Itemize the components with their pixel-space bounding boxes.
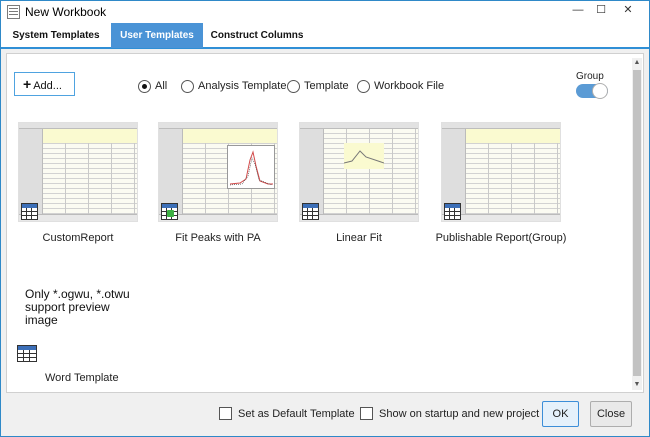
tab-construct-columns[interactable]: Construct Columns — [205, 23, 309, 48]
worksheet-label-rows — [183, 129, 277, 143]
preview-support-note: Only *.ogwu, *.otwu support preview imag… — [25, 287, 130, 327]
scrollbar-thumb[interactable] — [633, 70, 641, 376]
filter-all-label: All — [155, 80, 168, 92]
title-bar: New Workbook — ☐ ✕ — [1, 1, 649, 23]
group-toggle[interactable] — [576, 83, 608, 99]
vertical-scrollbar[interactable]: ▲ ▼ — [632, 58, 642, 390]
maximize-button[interactable]: ☐ — [590, 2, 612, 19]
template-name-fit-peaks[interactable]: Fit Peaks with PA — [143, 232, 293, 244]
template-thumbnail-fit-peaks[interactable] — [158, 122, 278, 222]
table-icon[interactable] — [17, 345, 37, 362]
analysis-template-badge-icon — [167, 210, 174, 217]
radio-circle — [287, 80, 300, 93]
plus-icon: + — [23, 76, 32, 92]
add-button-label: Add... — [33, 80, 62, 92]
template-name-publishable-report[interactable]: Publishable Report(Group) — [426, 232, 576, 244]
show-on-startup-label: Show on startup and new project — [379, 408, 540, 420]
close-window-button[interactable]: ✕ — [613, 2, 643, 19]
peak-graph-preview — [227, 145, 275, 189]
radio-circle — [181, 80, 194, 93]
set-default-template-label: Set as Default Template — [238, 408, 355, 420]
template-name-word-template[interactable]: Word Template — [45, 372, 119, 384]
checkbox-box — [360, 407, 373, 420]
filter-workbook-file-label: Workbook File — [374, 80, 445, 92]
tab-bar: System Templates User Templates Construc… — [1, 23, 649, 49]
template-thumbnail-linear-fit[interactable] — [299, 122, 419, 222]
close-button[interactable]: Close — [590, 401, 632, 427]
tab-user-templates[interactable]: User Templates — [111, 23, 203, 48]
new-workbook-dialog: New Workbook — ☐ ✕ System Templates User… — [0, 0, 650, 437]
worksheet-label-rows — [43, 129, 137, 143]
radio-circle — [357, 80, 370, 93]
template-thumbnail-publishable-report[interactable] — [441, 122, 561, 222]
window-title: New Workbook — [25, 5, 107, 19]
linear-fit-preview — [343, 143, 385, 169]
template-name-linear-fit[interactable]: Linear Fit — [284, 232, 434, 244]
tab-system-templates[interactable]: System Templates — [3, 23, 109, 48]
filter-template-label: Template — [304, 80, 349, 92]
fit-curve — [343, 150, 385, 164]
template-name-customreport[interactable]: CustomReport — [3, 232, 153, 244]
worksheet-icon — [444, 203, 461, 220]
worksheet-icon — [302, 203, 319, 220]
ok-button[interactable]: OK — [542, 401, 579, 427]
minimize-button[interactable]: — — [567, 2, 589, 19]
worksheet-label-rows — [466, 129, 560, 143]
radio-circle — [138, 80, 151, 93]
peak-curve — [229, 150, 273, 186]
add-template-button[interactable]: + Add... — [14, 72, 75, 96]
scroll-up-arrow-icon[interactable]: ▲ — [632, 58, 642, 68]
group-label: Group — [576, 71, 604, 82]
toggle-knob — [592, 83, 608, 99]
worksheet-icon — [21, 203, 38, 220]
template-thumbnail-customreport[interactable] — [18, 122, 138, 222]
checkbox-box — [219, 407, 232, 420]
scroll-down-arrow-icon[interactable]: ▼ — [632, 380, 642, 390]
templates-panel: + Add... All Analysis Template Template W… — [6, 53, 644, 393]
filter-analysis-template-label: Analysis Template — [198, 80, 287, 92]
app-icon — [7, 5, 20, 19]
